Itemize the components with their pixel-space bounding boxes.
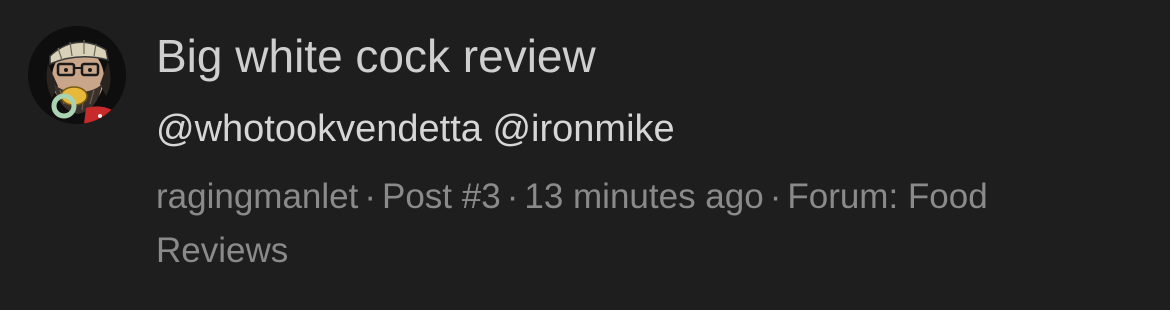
timestamp: 13 minutes ago [524,177,764,216]
mention-link[interactable]: @whotookvendetta [156,108,482,150]
cartoon-man-avatar-icon [28,26,126,124]
post-number: Post #3 [382,177,501,216]
author-name[interactable]: ragingmanlet [156,177,358,216]
meta-separator: · [506,177,519,216]
meta-separator: · [769,177,782,216]
thread-title[interactable]: Big white cock review [156,26,1136,86]
mention-link[interactable]: @ironmike [492,108,674,150]
avatar[interactable] [28,26,126,124]
mentions: @whotookvendetta @ironmike [156,104,1136,154]
meta-separator: · [364,177,376,216]
alert-content: Big white cock review @whotookvendetta @… [156,26,1136,278]
alert-item[interactable]: Big white cock review @whotookvendetta @… [0,0,1170,310]
alert-meta: ragingmanlet · Post #3 · 13 minutes ago · Foru… [156,170,1116,278]
